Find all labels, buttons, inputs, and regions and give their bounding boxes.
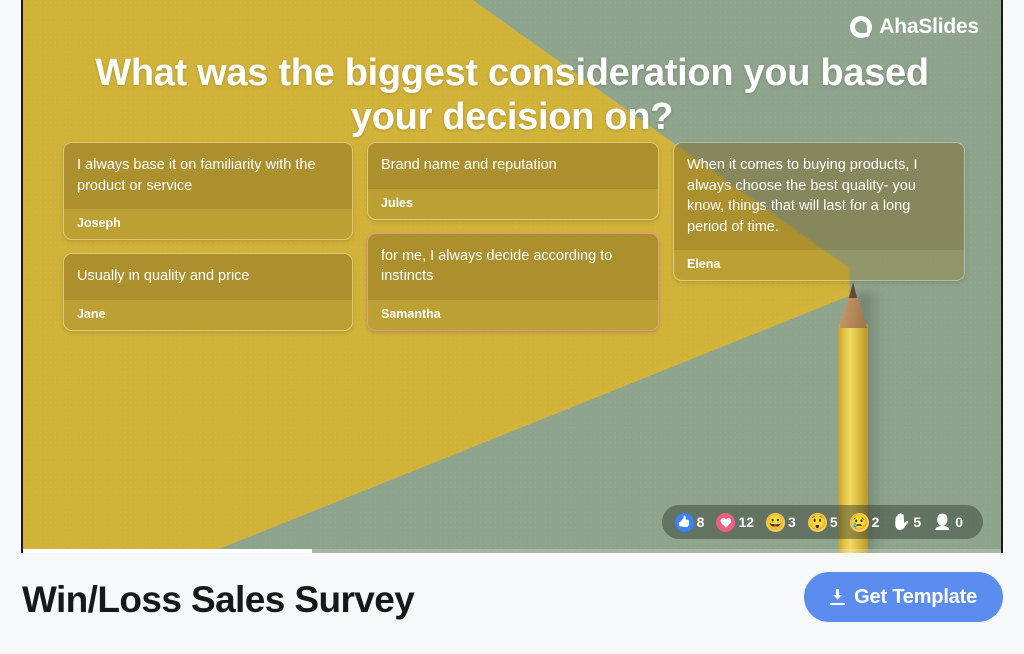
reactions-bar[interactable]: 8 12 😀 3 😲 5 😢 2 xyxy=(661,505,983,539)
answer-card-author: Elena xyxy=(674,250,964,281)
crying-face-icon: 😢 xyxy=(849,512,869,532)
answer-card-text: for me, I always decide according to ins… xyxy=(368,233,658,300)
reaction-raised-hand[interactable]: ✋ 5 xyxy=(891,513,928,532)
slide-preview[interactable]: AhaSlides What was the biggest considera… xyxy=(21,0,1003,553)
grinning-face-icon: 😀 xyxy=(766,512,786,532)
answer-card-author: Jules xyxy=(368,188,658,219)
reaction-count: 5 xyxy=(829,514,838,530)
reaction-count: 3 xyxy=(788,514,796,530)
answer-card[interactable]: Brand name and reputation Jules xyxy=(367,142,659,220)
reaction-count: 8 xyxy=(696,514,705,530)
raised-hand-icon: ✋ xyxy=(891,513,912,531)
answer-card-text: Usually in quality and price xyxy=(64,254,352,300)
reaction-count: 12 xyxy=(738,514,755,530)
reaction-count: 5 xyxy=(913,514,922,530)
reaction-thumbs-up[interactable]: 8 xyxy=(674,512,712,532)
person-icon: 👤 xyxy=(933,513,953,531)
answer-card-text: Brand name and reputation xyxy=(368,143,658,189)
astonished-face-icon: 😲 xyxy=(807,512,827,532)
answer-card-highlighted[interactable]: for me, I always decide according to ins… xyxy=(367,232,659,331)
reaction-participants[interactable]: 👤 0 xyxy=(933,513,970,532)
answer-card-author: Samantha xyxy=(368,299,658,330)
reaction-heart[interactable]: 12 xyxy=(716,512,761,532)
reaction-grinning-face[interactable]: 😀 3 xyxy=(766,512,803,532)
answer-card-text: When it comes to buying products, I alwa… xyxy=(674,143,964,251)
thumbs-up-icon xyxy=(674,512,694,532)
ahaslides-logo: AhaSlides xyxy=(850,15,979,39)
answer-card-text: I always base it on familiarity with the… xyxy=(64,143,352,210)
template-title: Win/Loss Sales Survey xyxy=(22,579,415,620)
answer-card-author: Jane xyxy=(64,299,352,330)
answer-column-3: When it comes to buying products, I alwa… xyxy=(673,142,965,282)
footer: Win/Loss Sales Survey Get Template xyxy=(0,553,1024,654)
get-template-label: Get Template xyxy=(854,585,977,608)
answer-column-1: I always base it on familiarity with the… xyxy=(63,142,353,331)
slide-question-title: What was the biggest consideration you b… xyxy=(95,52,929,138)
slide-canvas: AhaSlides What was the biggest considera… xyxy=(23,0,1001,553)
answer-card[interactable]: Usually in quality and price Jane xyxy=(63,253,353,331)
get-template-button[interactable]: Get Template xyxy=(804,572,1003,622)
answer-card-author: Joseph xyxy=(64,209,352,240)
ahaslides-logo-text: AhaSlides xyxy=(879,15,979,38)
page-root: AhaSlides What was the biggest considera… xyxy=(0,0,1024,654)
answer-card[interactable]: When it comes to buying products, I alwa… xyxy=(673,142,965,282)
answer-card[interactable]: I always base it on familiarity with the… xyxy=(63,142,353,241)
ahaslides-logo-icon xyxy=(850,16,873,38)
heart-icon xyxy=(716,512,736,532)
download-icon xyxy=(830,589,846,605)
reaction-astonished-face[interactable]: 😲 5 xyxy=(807,512,845,532)
reaction-count: 2 xyxy=(871,514,880,530)
answer-cards-grid: I always base it on familiarity with the… xyxy=(63,142,983,331)
reaction-count: 0 xyxy=(955,514,963,530)
answer-column-2: Brand name and reputation Jules for me, … xyxy=(367,142,659,331)
reaction-crying-face[interactable]: 😢 2 xyxy=(849,512,887,532)
